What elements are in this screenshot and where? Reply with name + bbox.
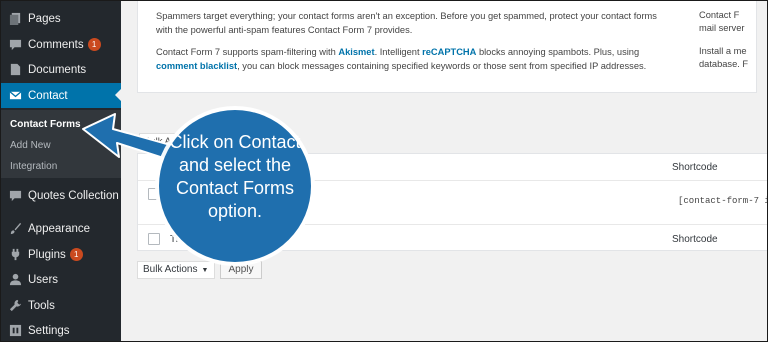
sidebar-item-documents[interactable]: Documents xyxy=(1,57,121,82)
spam-notice-panel: Spammers target everything; your contact… xyxy=(137,1,757,93)
notice-right-column: Contact F mail server Install a me datab… xyxy=(699,9,748,71)
title-column-footer[interactable]: Ti xyxy=(170,234,178,245)
sidebar-item-label: Settings xyxy=(28,324,70,337)
notice-text: blocks annoying spambots. Plus, using xyxy=(476,47,640,57)
comments-icon xyxy=(8,38,22,52)
submenu-item-integration[interactable]: Integration xyxy=(10,161,57,172)
table-footer-row: Ti Shortcode xyxy=(138,225,767,252)
notice-text: . Intelligent xyxy=(374,47,423,57)
quotes-icon xyxy=(8,189,22,203)
sidebar-item-pages[interactable]: Pages xyxy=(1,6,121,31)
brush-icon xyxy=(8,222,22,236)
sidebar-item-label: Pages xyxy=(28,12,61,25)
akismet-link[interactable]: Akismet xyxy=(338,47,374,57)
sidebar-item-label: Users xyxy=(28,273,59,286)
pages-icon xyxy=(8,12,22,26)
sidebar-item-label: Plugins xyxy=(28,248,66,261)
notice-text: , you can block messages containing spec… xyxy=(237,61,647,71)
screenshot-frame: Pages Comments 1 Documents Contact Conta… xyxy=(0,0,768,342)
submenu-item-contact-forms[interactable]: Contact Forms xyxy=(10,119,81,130)
sidebar-item-label: Comments xyxy=(28,38,84,51)
notice-line-2: with the powerful anti-spam features Con… xyxy=(156,25,413,35)
sidebar-item-label: Quotes Collection xyxy=(28,189,119,202)
settings-icon xyxy=(8,324,22,338)
notice-right-line: mail server xyxy=(699,23,745,33)
bulk-actions-select[interactable]: Bulk Actions ▼ xyxy=(137,261,215,279)
shortcode-column-footer[interactable]: Shortcode xyxy=(672,234,718,245)
plugin-icon xyxy=(8,248,22,262)
bulk-actions-label: Bulk Actions xyxy=(143,264,198,275)
notice-line-3: Contact Form 7 supports spam-filtering w… xyxy=(156,46,639,59)
contact-submenu: Contact Forms Add New Integration xyxy=(1,110,121,178)
sidebar-item-appearance[interactable]: Appearance xyxy=(1,216,121,241)
notice-text: Contact Form 7 supports spam-filtering w… xyxy=(156,47,339,57)
sidebar-item-label: Tools xyxy=(28,299,55,312)
mail-icon xyxy=(8,89,22,103)
shortcode-column-header[interactable]: Shortcode xyxy=(672,162,718,173)
sidebar-item-contact[interactable]: Contact xyxy=(1,83,121,108)
sidebar-item-label: Contact xyxy=(28,89,68,102)
notice-right-line: Install a me xyxy=(699,46,747,56)
row-checkbox[interactable] xyxy=(148,188,160,200)
recaptcha-link[interactable]: reCAPTCHA xyxy=(422,47,476,57)
notice-right-line: Contact F xyxy=(699,10,740,20)
chevron-down-icon: ▼ xyxy=(201,267,209,274)
notice-right-line: database. F xyxy=(699,59,749,69)
comment-blacklist-link[interactable]: comment blacklist xyxy=(156,61,237,71)
sidebar-item-label: Documents xyxy=(28,63,87,76)
select-all-checkbox[interactable] xyxy=(148,233,160,245)
notice-line-1: Spammers target everything; your contact… xyxy=(156,11,657,21)
wrench-icon xyxy=(8,299,22,313)
notice-line-4: comment blacklist, you can block message… xyxy=(156,60,646,73)
admin-sidebar: Pages Comments 1 Documents Contact Conta… xyxy=(1,1,121,341)
sidebar-item-settings[interactable]: Settings xyxy=(1,318,121,341)
sidebar-item-comments[interactable]: Comments 1 xyxy=(1,32,121,57)
submenu-item-add-new[interactable]: Add New xyxy=(10,140,51,151)
documents-icon xyxy=(8,63,22,77)
plugins-count-badge: 1 xyxy=(69,248,83,261)
sidebar-item-quotes-collection[interactable]: Quotes Collection xyxy=(1,183,121,208)
comments-count-badge: 1 xyxy=(87,38,101,51)
shortcode-value[interactable]: [contact-form-7 id xyxy=(678,196,767,206)
sidebar-item-plugins[interactable]: Plugins 1 xyxy=(1,242,121,267)
users-icon xyxy=(8,273,22,287)
sidebar-item-tools[interactable]: Tools xyxy=(1,293,121,318)
callout-text: Click on Contact and select the Contact … xyxy=(169,132,301,221)
sidebar-item-label: Appearance xyxy=(28,222,91,235)
sidebar-item-users[interactable]: Users xyxy=(1,267,121,292)
apply-button[interactable]: Apply xyxy=(220,261,262,279)
